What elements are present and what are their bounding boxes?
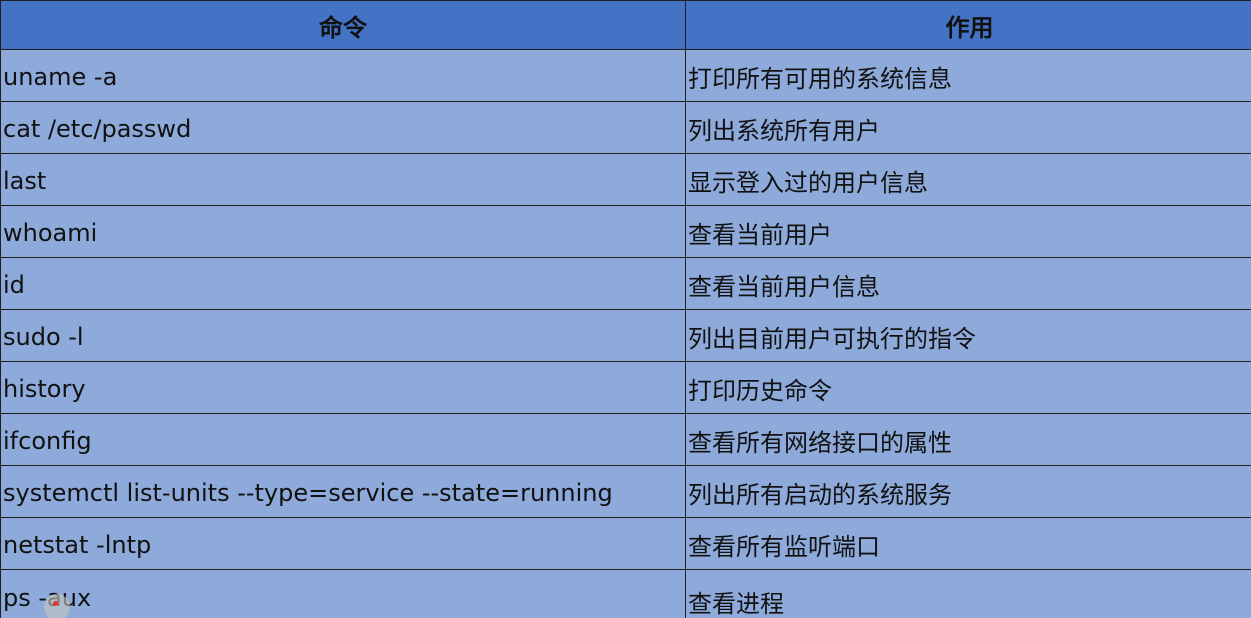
purpose-cell: 查看当前用户 <box>685 205 1251 258</box>
table-row: ifconfig 查看所有网络接口的属性 <box>0 413 1251 466</box>
table-row: history 打印历史命令 <box>0 361 1251 414</box>
command-cell: ps -aux <box>0 569 686 618</box>
command-table: 命令 作用 uname -a 打印所有可用的系统信息 cat /etc/pass… <box>0 0 1251 618</box>
command-cell: whoami <box>0 205 686 258</box>
command-cell: netstat -lntp <box>0 517 686 570</box>
command-cell: sudo -l <box>0 309 686 362</box>
purpose-cell: 打印所有可用的系统信息 <box>685 49 1251 102</box>
purpose-cell: 显示登入过的用户信息 <box>685 153 1251 206</box>
table-row: sudo -l 列出目前用户可执行的指令 <box>0 309 1251 362</box>
purpose-cell: 查看进程 <box>685 569 1251 618</box>
command-cell: last <box>0 153 686 206</box>
command-cell: cat /etc/passwd <box>0 101 686 154</box>
purpose-cell: 打印历史命令 <box>685 361 1251 414</box>
table-row: whoami 查看当前用户 <box>0 205 1251 258</box>
command-cell: uname -a <box>0 49 686 102</box>
header-command: 命令 <box>0 0 686 50</box>
purpose-cell: 列出所有启动的系统服务 <box>685 465 1251 518</box>
table-row: systemctl list-units --type=service --st… <box>0 465 1251 518</box>
table-row: uname -a 打印所有可用的系统信息 <box>0 49 1251 102</box>
purpose-cell: 查看所有监听端口 <box>685 517 1251 570</box>
header-purpose: 作用 <box>685 0 1251 50</box>
purpose-cell: 查看当前用户信息 <box>685 257 1251 310</box>
command-cell: history <box>0 361 686 414</box>
table-row: last 显示登入过的用户信息 <box>0 153 1251 206</box>
table-header-row: 命令 作用 <box>0 0 1251 50</box>
command-cell: id <box>0 257 686 310</box>
command-table-container: 命令 作用 uname -a 打印所有可用的系统信息 cat /etc/pass… <box>0 0 1251 618</box>
command-cell: ifconfig <box>0 413 686 466</box>
table-row: cat /etc/passwd 列出系统所有用户 <box>0 101 1251 154</box>
table-row: netstat -lntp 查看所有监听端口 <box>0 517 1251 570</box>
purpose-cell: 查看所有网络接口的属性 <box>685 413 1251 466</box>
table-row: id 查看当前用户信息 <box>0 257 1251 310</box>
command-cell: systemctl list-units --type=service --st… <box>0 465 686 518</box>
purpose-cell: 列出系统所有用户 <box>685 101 1251 154</box>
table-row: ps -aux 查看进程 <box>0 569 1251 618</box>
purpose-cell: 列出目前用户可执行的指令 <box>685 309 1251 362</box>
mouse-cursor-indicator <box>44 594 70 618</box>
